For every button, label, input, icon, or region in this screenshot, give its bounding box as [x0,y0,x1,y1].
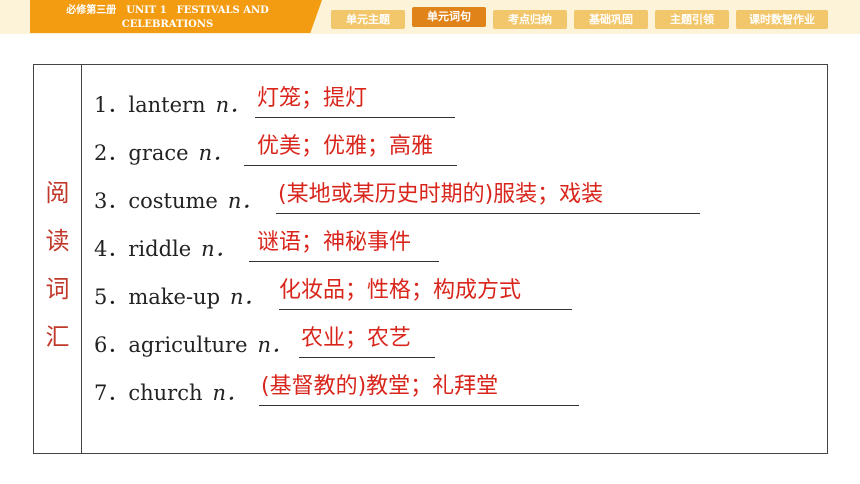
unit-title-line1: 必修第三册 UNIT 1 FESTIVALS AND [66,5,269,16]
item-word: make-up [128,285,221,309]
answer-blank[interactable] [276,213,700,214]
unit-title-line2: CELEBRATIONS [121,19,214,30]
item-word: riddle [128,237,192,261]
answer-text: 谜语；神秘事件 [257,230,412,255]
list-item: 7．church n． (基督教的)教堂；礼拜堂 [94,374,794,408]
item-pos: n． [215,93,251,117]
section-label-reading-vocabulary: 阅 读 词 汇 [34,65,82,453]
list-item: 5．make-up n． 化妆品；性格；构成方式 [94,278,794,312]
answer-text: (基督教的)教堂；礼拜堂 [261,374,499,399]
answer-text: 优美；优雅；高雅 [257,134,434,159]
answer-text: (某地或某历史时期的)服装；戏装 [278,182,604,207]
item-pos: n． [257,333,293,357]
answer-blank[interactable] [249,261,439,262]
item-number: 7． [94,381,129,405]
answer-text: 农业；农艺 [301,326,412,351]
item-word: agriculture [128,333,248,357]
item-word: church [128,381,203,405]
item-word: costume [128,189,218,213]
answer-blank[interactable] [244,165,457,166]
tab-theme-guide[interactable]: 主题引领 [655,10,729,29]
item-pos: n． [198,141,234,165]
section-label-char: 汇 [45,323,70,351]
answer-blank[interactable] [299,357,435,358]
tab-basic-consolidation[interactable]: 基础巩固 [574,10,648,29]
item-word: lantern [128,93,206,117]
answer-text: 化妆品；性格；构成方式 [279,278,522,303]
item-number: 2． [94,141,129,165]
list-item: 4．riddle n． 谜语；神秘事件 [94,230,794,264]
list-item: 6．agriculture n． 农业；农艺 [94,326,794,360]
item-number: 6． [94,333,129,357]
item-pos: n． [227,189,263,213]
list-item: 1．lantern n． 灯笼；提灯 [94,86,794,120]
tab-key-points[interactable]: 考点归纳 [493,10,567,29]
tab-unit-vocabulary[interactable]: 单元词句 [412,7,486,27]
answer-blank[interactable] [279,309,572,310]
tab-homework[interactable]: 课时数智作业 [736,10,828,29]
answer-blank[interactable] [255,117,455,118]
list-item: 2．grace n． 优美；优雅；高雅 [94,134,794,168]
tab-unit-theme[interactable]: 单元主题 [331,10,405,29]
vocabulary-panel: 阅 读 词 汇 1．lantern n． 灯笼；提灯 2．grace n． 优美；优… [33,64,828,454]
unit-title-banner: 必修第三册 UNIT 1 FESTIVALS AND CELEBRATIONS [30,0,322,33]
answer-text: 灯笼；提灯 [257,86,368,111]
section-label-char: 阅 [45,179,70,207]
item-number: 3． [94,189,129,213]
section-label-char: 读 [45,227,70,255]
answer-blank[interactable] [259,405,579,406]
item-pos: n． [212,381,248,405]
item-number: 5． [94,285,129,309]
item-number: 4． [94,237,129,261]
list-item: 3．costume n． (某地或某历史时期的)服装；戏装 [94,182,804,216]
section-label-char: 词 [45,275,70,303]
item-pos: n． [201,237,236,261]
top-bar: 必修第三册 UNIT 1 FESTIVALS AND CELEBRATIONS … [0,0,860,34]
item-pos: n． [230,285,265,309]
item-word: grace [128,141,189,165]
item-number: 1． [94,93,129,117]
